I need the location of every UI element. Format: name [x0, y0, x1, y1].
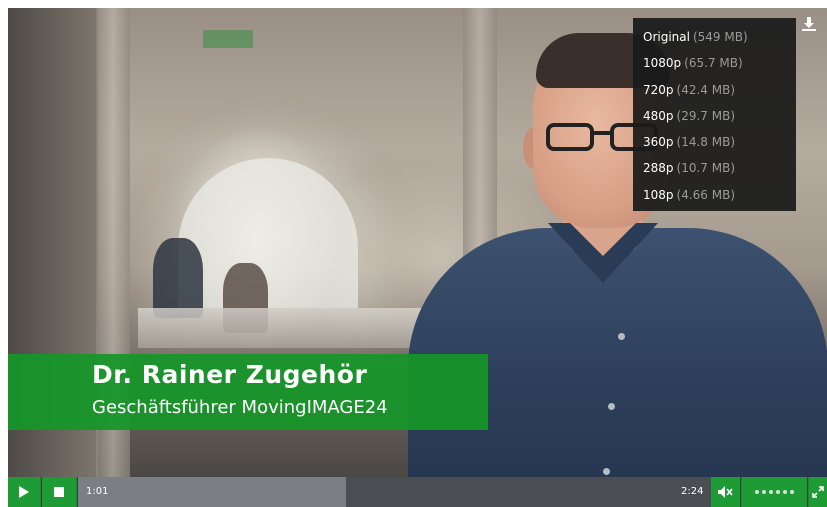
download-icon[interactable] [801, 16, 817, 32]
seek-bar[interactable] [78, 477, 711, 507]
fullscreen-button[interactable] [808, 477, 827, 507]
mute-button[interactable] [711, 477, 740, 507]
download-option-original[interactable]: Original (549 MB) [633, 30, 796, 56]
play-icon [19, 486, 29, 498]
download-option-108p[interactable]: 108p (4.66 MB) [633, 188, 796, 214]
control-bar: 1:01 2:24 [8, 477, 827, 507]
lower-third-name: Dr. Rainer Zugehör [92, 360, 368, 389]
current-time: 1:01 [86, 486, 109, 497]
stop-button[interactable] [42, 477, 77, 507]
shirt-button [608, 403, 615, 410]
volume-step [762, 490, 766, 494]
video-background-exit-sign [203, 30, 253, 48]
volume-step [755, 490, 759, 494]
download-option-288p[interactable]: 288p (10.7 MB) [633, 161, 796, 187]
download-quality-menu: Original (549 MB) 1080p (65.7 MB) 720p (42.… [633, 18, 796, 211]
download-option-360p[interactable]: 360p (14.8 MB) [633, 135, 796, 161]
play-button[interactable] [8, 477, 41, 507]
stop-icon [54, 487, 64, 497]
volume-step [790, 490, 794, 494]
video-background-window [178, 158, 358, 308]
fullscreen-icon [812, 486, 824, 498]
volume-step [783, 490, 787, 494]
volume-step [769, 490, 773, 494]
volume-slider[interactable] [741, 477, 807, 507]
download-option-1080p[interactable]: 1080p (65.7 MB) [633, 56, 796, 82]
mute-icon [717, 486, 733, 498]
download-option-720p[interactable]: 720p (42.4 MB) [633, 83, 796, 109]
video-player[interactable]: Dr. Rainer Zugehör Geschäftsführer Movin… [8, 8, 827, 507]
lower-third-role: Geschäftsführer MovingIMAGE24 [92, 397, 388, 418]
seek-bar-played [78, 477, 347, 507]
total-time: 2:24 [681, 486, 704, 497]
video-background-person [153, 238, 203, 318]
download-option-480p[interactable]: 480p (29.7 MB) [633, 109, 796, 135]
volume-step [776, 490, 780, 494]
shirt-button [618, 333, 625, 340]
shirt-button [603, 468, 610, 475]
